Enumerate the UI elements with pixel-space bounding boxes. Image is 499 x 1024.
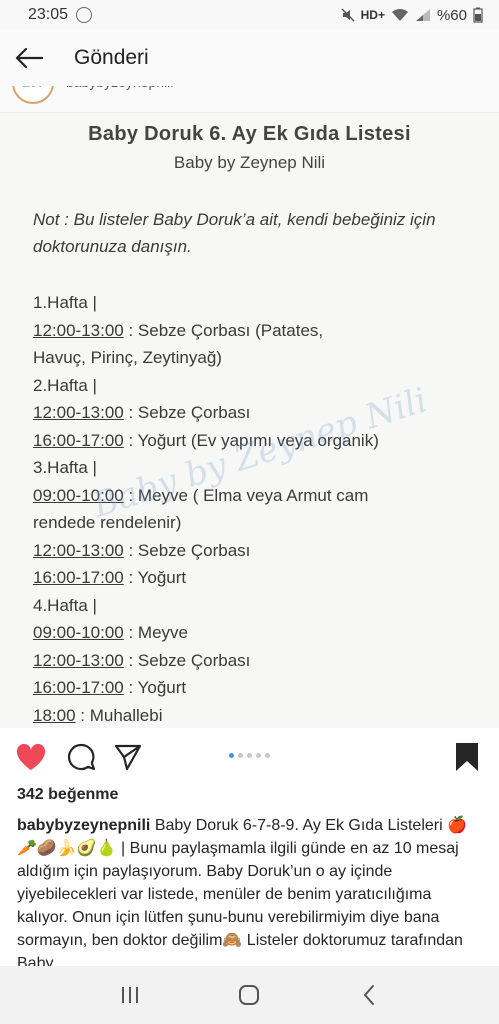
caption: babybyzeynepnili Baby Doruk 6-7-8-9. Ay … (17, 814, 482, 966)
page-title: Gönderi (74, 46, 149, 69)
schedule-time: 12:00-13:00 (33, 403, 124, 422)
schedule-line: 12:00-13:00 : Sebze Çorbası (33, 399, 483, 427)
schedule-line: 12:00-13:00 : Sebze Çorbası (33, 647, 483, 675)
schedule-line: 12:00-13:00 : Sebze Çorbası (Patates, (33, 317, 483, 345)
wifi-icon (391, 8, 408, 21)
schedule-text: : Meyve ( Elma veya Armut cam (123, 485, 369, 505)
status-time: 23:05 (28, 6, 69, 23)
schedule-line: 09:00-10:00 : Meyve (33, 619, 483, 647)
schedule-time: 3.Hafta | (33, 458, 97, 477)
back-icon[interactable] (349, 975, 389, 1015)
image-note: Not : Bu listeler Baby Doruk’a ait, kend… (33, 210, 436, 256)
app-header: Gönderi (0, 30, 499, 86)
schedule-line: rendede rendelenir) (33, 509, 483, 537)
image-subtitle: Baby by Zeynep Nili (173, 153, 326, 172)
schedule-text: : Sebze Çorbası (123, 650, 251, 670)
schedule-text: : Sebze Çorbası (Patates, (123, 320, 324, 340)
schedule-line: 16:00-17:00 : Yoğurt (Ev yapımı veya org… (33, 427, 483, 455)
schedule-text: : Muhallebi (75, 705, 163, 725)
schedule-time: 16:00-17:00 (33, 430, 124, 450)
post-image[interactable]: Baby Doruk 6. Ay Ek Gıda Listesi Baby by… (0, 112, 499, 728)
schedule-line: Havuç, Pirinç, Zeytinyağ) (33, 344, 483, 372)
image-schedule: 1.Hafta | 12:00-13:00 : Sebze Çorbası (Pa… (33, 289, 483, 728)
schedule-line: 16:00-17:00 : Yoğurt (33, 564, 483, 592)
schedule-time: 09:00-10:00 (33, 623, 124, 642)
schedule-time: 12:00-13:00 (33, 320, 124, 340)
schedule-text: : Sebze Çorbası (123, 540, 251, 560)
carousel-dot (238, 753, 243, 758)
carousel-dot (247, 753, 252, 758)
schedule-time: 16:00-17:00 (33, 568, 124, 587)
status-bar: 23:05 HD+ %60 (0, 0, 499, 30)
battery-icon (473, 7, 483, 23)
schedule-text: : Sebze Çorbası (123, 403, 251, 422)
like-count[interactable]: 342 beğenme (17, 786, 118, 804)
schedule-line: 12:00-13:00 : Sebze Çorbası (33, 537, 483, 565)
schedule-line: 18:00 : Muhallebi (33, 702, 483, 729)
sync-icon (76, 7, 93, 23)
caption-area: 342 beğenme babybyzeynepnili Baby Doruk … (0, 784, 499, 966)
schedule-text: : Yoğurt (123, 678, 187, 697)
schedule-text: : Meyve (123, 623, 188, 642)
schedule-time: 12:00-13:00 (33, 540, 124, 560)
schedule-time: 1.Hafta | (33, 293, 97, 312)
system-nav-bar (0, 966, 499, 1024)
schedule-time: 18:00 (33, 705, 76, 725)
carousel-dot (256, 753, 261, 758)
network-label: HD+ (360, 8, 385, 22)
carousel-dot (229, 753, 234, 758)
schedule-time: 09:00-10:00 (33, 485, 124, 505)
schedule-text: : Yoğurt (Ev yapımı veya organik) (123, 430, 379, 450)
image-title: Baby Doruk 6. Ay Ek Gıda Listesi (88, 123, 411, 145)
carousel-dot (265, 753, 270, 758)
back-arrow-icon[interactable] (14, 43, 44, 73)
mute-icon (341, 8, 355, 22)
caption-text: Baby Doruk 6-7-8-9. Ay Ek Gıda Listeleri… (17, 817, 468, 966)
schedule-time: 4.Hafta | (33, 595, 97, 615)
schedule-time: 12:00-13:00 (33, 650, 124, 670)
action-bar (0, 728, 499, 784)
schedule-time: 16:00-17:00 (33, 678, 124, 697)
schedule-line: 4.Hafta | (33, 592, 483, 620)
schedule-line: 3.Hafta | (33, 454, 483, 482)
battery-label: %60 (436, 6, 467, 24)
signal-icon (415, 9, 430, 21)
schedule-line: 2.Hafta | (33, 372, 483, 400)
caption-username[interactable]: babybyzeynepnili (17, 817, 150, 834)
schedule-text: : Yoğurt (123, 568, 187, 587)
bookmark-icon[interactable] (452, 742, 482, 772)
status-indicators: HD+ %60 (341, 7, 483, 24)
home-icon[interactable] (229, 975, 269, 1015)
carousel-indicator (0, 753, 499, 758)
schedule-line: 1.Hafta | (33, 289, 483, 317)
schedule-line: 16:00-17:00 : Yoğurt (33, 674, 483, 702)
schedule-text: rendede rendelenir) (33, 513, 182, 532)
schedule-line: 09:00-10:00 : Meyve ( Elma veya Armut ca… (33, 482, 483, 510)
recent-apps-icon[interactable] (110, 975, 150, 1015)
schedule-text: Havuç, Pirinç, Zeytinyağ) (33, 348, 222, 367)
schedule-time: 2.Hafta | (33, 375, 97, 395)
